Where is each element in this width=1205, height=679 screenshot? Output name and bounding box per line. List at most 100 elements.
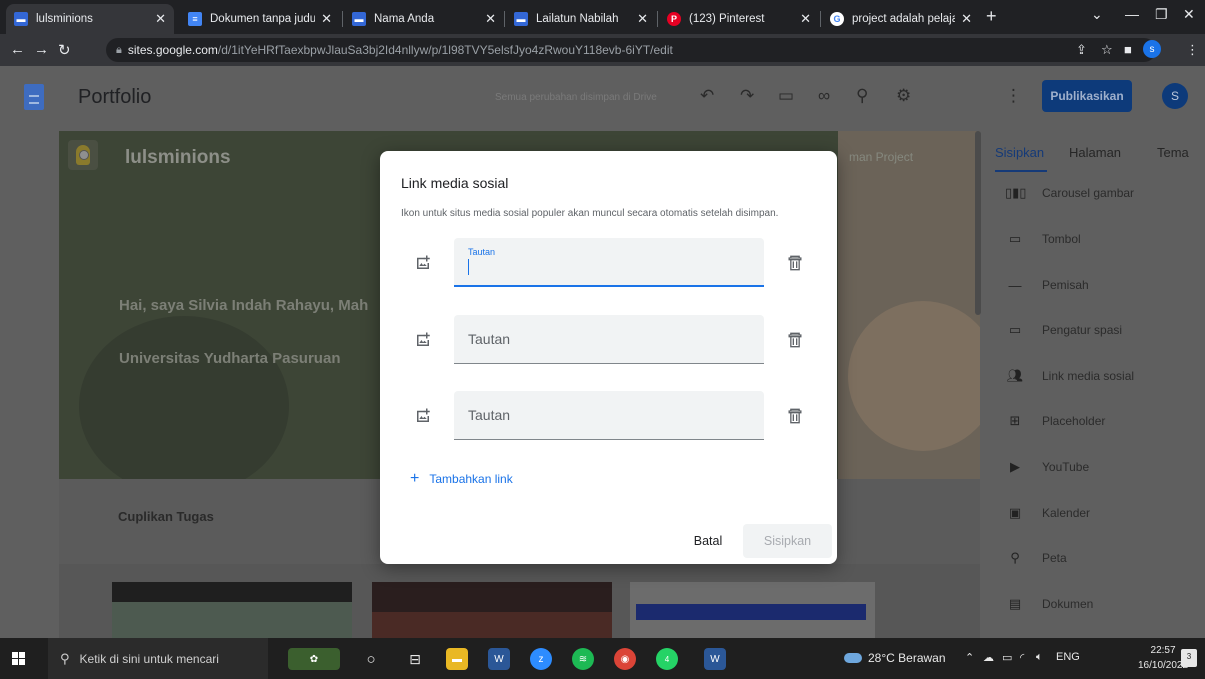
site-name[interactable]: lulsminions xyxy=(125,147,231,169)
minimize-icon[interactable]: — xyxy=(1125,6,1139,22)
side-item-label: YouTube xyxy=(1042,460,1090,474)
link-input-2[interactable]: Tautan xyxy=(454,315,764,364)
close-icon[interactable]: ✕ xyxy=(961,11,972,27)
news-widget-icon[interactable]: ✿ xyxy=(288,648,340,670)
tab-project[interactable]: G project adalah pelajar ✕ xyxy=(822,4,980,34)
tab-lailatun[interactable]: ▬ Lailatun Nabilah ✕ xyxy=(506,4,656,34)
hero-text-line2[interactable]: Universitas Yudharta Pasuruan xyxy=(119,350,340,367)
back-icon[interactable]: ← xyxy=(10,41,25,58)
add-image-icon[interactable] xyxy=(414,254,432,272)
language-indicator[interactable]: ENG xyxy=(1056,651,1080,663)
sites-logo-icon[interactable] xyxy=(24,84,44,110)
text-cursor xyxy=(468,259,469,275)
word-icon[interactable]: W xyxy=(704,648,726,670)
task-view-icon[interactable]: ⊟ xyxy=(404,648,426,670)
chrome-icon[interactable]: ◉ xyxy=(614,648,636,670)
notification-icon[interactable]: 3 xyxy=(1181,649,1197,667)
close-icon[interactable]: ✕ xyxy=(485,11,496,27)
side-item-youtube[interactable]: ▶ YouTube xyxy=(983,447,1205,487)
side-item-carousel[interactable]: ▯▮▯ Carousel gambar xyxy=(983,173,1205,213)
side-item-peta[interactable]: ⚲ Peta xyxy=(983,538,1205,578)
thumbnail-image[interactable] xyxy=(630,582,875,638)
delete-icon[interactable] xyxy=(785,406,805,426)
delete-icon[interactable] xyxy=(785,330,805,350)
close-icon[interactable]: ✕ xyxy=(155,11,166,27)
tray-chevron-icon[interactable]: ⌃ xyxy=(965,651,974,664)
url-host: sites.google.com xyxy=(127,43,218,57)
close-icon[interactable]: ✕ xyxy=(800,11,811,27)
tab-title: Dokumen tanpa judul xyxy=(210,13,316,25)
section-heading[interactable]: Cuplikan Tugas xyxy=(118,509,214,524)
cancel-button[interactable]: Batal xyxy=(682,525,734,557)
side-item-placeholder[interactable]: ⊞ Placeholder xyxy=(983,401,1205,441)
add-image-icon[interactable] xyxy=(414,407,432,425)
preview-icon[interactable]: ▭ xyxy=(778,86,794,106)
taskbar-search[interactable]: ⚲ Ketik di sini untuk mencari xyxy=(48,638,268,679)
hero-text-line1[interactable]: Hai, saya Silvia Indah Rahayu, Mah xyxy=(119,297,368,314)
side-item-social-links[interactable]: 👥︎ Link media sosial xyxy=(983,356,1205,396)
link-input-1[interactable]: Tautan xyxy=(454,238,764,287)
section-thumbnails[interactable] xyxy=(59,564,980,638)
file-explorer-icon[interactable]: ▬ xyxy=(446,648,468,670)
link-input-3[interactable]: Tautan xyxy=(454,391,764,440)
thumbnail-image[interactable] xyxy=(372,582,612,638)
plus-icon: + xyxy=(410,470,420,487)
tab-lulsminions[interactable]: ▬ lulsminions ✕ xyxy=(6,4,174,34)
tab-pinterest[interactable]: P (123) Pinterest ✕ xyxy=(659,4,819,34)
tab-sisipkan[interactable]: Sisipkan xyxy=(995,145,1044,160)
tab-nama-anda[interactable]: ▬ Nama Anda ✕ xyxy=(344,4,504,34)
side-item-dokumen[interactable]: ▤ Dokumen xyxy=(983,584,1205,624)
delete-icon[interactable] xyxy=(785,253,805,273)
forward-icon[interactable]: → xyxy=(34,41,49,58)
add-link-button[interactable]: + Tambahkan link xyxy=(410,470,513,488)
battery-icon[interactable]: ▭ xyxy=(1002,651,1012,664)
canvas-scrollbar[interactable] xyxy=(975,131,981,315)
url-bar[interactable]: 🔒︎ sites.google.com/d/1itYeHRfTaexbpwJla… xyxy=(106,38,1156,62)
zoom-icon[interactable]: z xyxy=(530,648,552,670)
word-icon[interactable]: W xyxy=(488,648,510,670)
restore-icon[interactable]: ❐ xyxy=(1155,6,1168,23)
site-nav-item[interactable]: man Project xyxy=(849,150,913,164)
side-item-pemisah[interactable]: — Pemisah xyxy=(983,265,1205,305)
chevron-down-icon[interactable]: ⌄ xyxy=(1091,6,1103,23)
reload-icon[interactable]: ↻ xyxy=(58,41,71,59)
redo-icon[interactable]: ↷ xyxy=(740,86,754,106)
tab-tema[interactable]: Tema xyxy=(1157,145,1189,160)
settings-icon[interactable]: ⚙ xyxy=(896,86,911,106)
avatar[interactable]: S xyxy=(1162,83,1188,109)
tab-halaman[interactable]: Halaman xyxy=(1069,145,1121,160)
onedrive-icon[interactable]: ☁ xyxy=(983,651,994,664)
page-title[interactable]: Portfolio xyxy=(78,86,151,109)
volume-icon[interactable]: 🔈︎ xyxy=(1036,651,1043,664)
whatsapp-icon[interactable]: 4 xyxy=(656,648,678,670)
more-options-icon[interactable]: ⋮ xyxy=(1005,86,1022,106)
site-logo[interactable] xyxy=(68,140,98,170)
wifi-icon[interactable]: ◜ xyxy=(1020,651,1024,664)
publish-button[interactable]: Publikasikan xyxy=(1042,80,1132,112)
tab-dokumen[interactable]: ≡ Dokumen tanpa judul ✕ xyxy=(180,4,340,34)
link-icon[interactable]: ∞ xyxy=(818,86,830,106)
menu-dots-icon[interactable]: ⋮ xyxy=(1186,42,1199,58)
insert-button[interactable]: Sisipkan xyxy=(743,524,832,558)
profile-icon[interactable]: s xyxy=(1143,40,1161,58)
star-icon[interactable]: ☆ xyxy=(1101,42,1113,58)
close-icon[interactable]: ✕ xyxy=(321,11,332,27)
side-panel-icon[interactable]: ■ xyxy=(1124,42,1132,57)
windows-start-icon[interactable] xyxy=(12,652,25,665)
share-icon[interactable]: ⇪ xyxy=(1076,42,1087,58)
close-icon[interactable]: ✕ xyxy=(637,11,648,27)
undo-icon[interactable]: ↶ xyxy=(700,86,714,106)
side-item-spacer[interactable]: ▭ Pengatur spasi xyxy=(983,310,1205,350)
add-image-icon[interactable] xyxy=(414,331,432,349)
thumbnail-image[interactable] xyxy=(112,582,352,638)
hero-image[interactable] xyxy=(838,131,980,479)
weather-widget[interactable]: 28°C Berawan xyxy=(844,651,946,665)
social-links-dialog: Link media sosial Ikon untuk situs media… xyxy=(380,151,837,564)
close-window-icon[interactable]: ✕ xyxy=(1183,6,1195,23)
cortana-icon[interactable]: ○ xyxy=(360,648,382,670)
side-item-kalender[interactable]: ▣ Kalender xyxy=(983,493,1205,533)
side-item-tombol[interactable]: ▭ Tombol xyxy=(983,219,1205,259)
spotify-icon[interactable]: ≋ xyxy=(572,648,594,670)
add-person-icon[interactable]: ⚲ xyxy=(856,86,868,106)
new-tab-icon[interactable]: + xyxy=(986,6,997,27)
